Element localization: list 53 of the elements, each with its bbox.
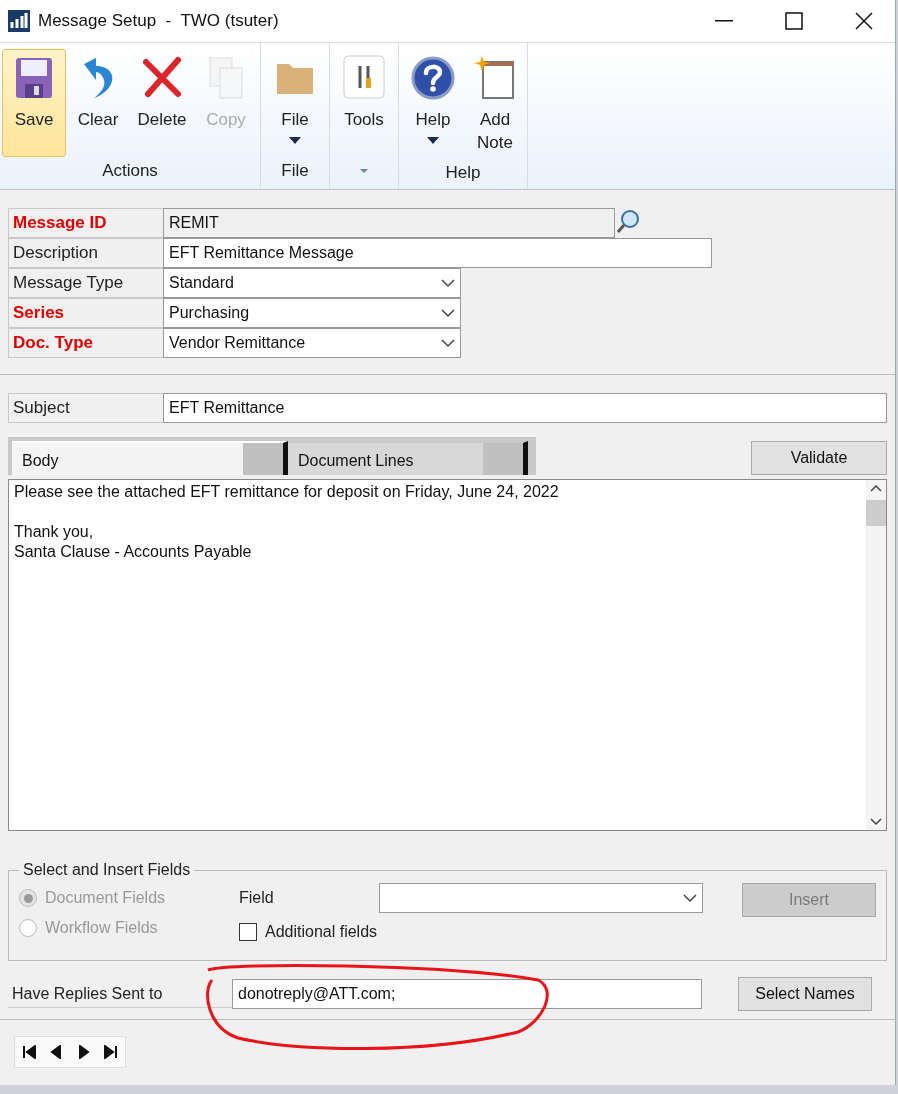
lookup-magnifier-icon[interactable] (615, 208, 641, 236)
field-label: Field (239, 889, 275, 907)
group-menu-caret-icon[interactable] (360, 168, 368, 174)
input-field[interactable]: REMIT (163, 208, 615, 238)
group-label: File (280, 160, 310, 182)
group-title: Select and Insert Fields (22, 861, 192, 879)
dropdown-field[interactable] (379, 883, 703, 913)
checkbox-option[interactable]: Additional fields (239, 917, 703, 947)
ribbon-button[interactable]: Add Note (465, 49, 525, 159)
chevron-down-icon (441, 308, 455, 318)
field-label: Message ID (8, 208, 163, 238)
dropdown-field[interactable]: Purchasing (163, 298, 461, 328)
add-note-icon (473, 54, 517, 102)
ribbon-button[interactable]: File (263, 49, 327, 157)
field-label: Series (8, 298, 163, 328)
field-label: Subject (8, 393, 163, 423)
field-label: Description (8, 238, 163, 268)
close-icon (855, 12, 873, 30)
window-title: Message Setup - TWO (tsuter) (38, 11, 280, 31)
tools-icon (342, 54, 386, 102)
tab[interactable]: Body (12, 441, 288, 475)
chevron-down-icon (441, 278, 455, 288)
radio-label: Workflow Fields (45, 919, 158, 937)
previous-record-icon[interactable] (49, 1045, 64, 1059)
field-label: Message Type (8, 268, 163, 298)
caret-icon[interactable] (427, 137, 439, 145)
ribbon-button[interactable]: Help (401, 49, 465, 159)
chevron-down-icon (683, 893, 697, 903)
ribbon-button[interactable]: Clear (66, 49, 130, 157)
tab[interactable]: Document Lines (288, 441, 528, 475)
dropdown-field[interactable]: Standard (163, 268, 461, 298)
validate-button[interactable]: Validate (751, 441, 887, 475)
app-logo-icon (8, 10, 30, 32)
group-label: Help (444, 162, 482, 184)
ribbon-button[interactable]: Save (2, 49, 66, 157)
ribbon-button[interactable]: Delete (130, 49, 194, 157)
last-record-icon[interactable] (104, 1045, 119, 1059)
first-record-icon[interactable] (21, 1045, 36, 1059)
maximize-icon (785, 12, 803, 30)
chevron-down-icon (441, 338, 455, 348)
dropdown-field[interactable]: Vendor Remittance (163, 328, 461, 358)
minimize-icon (715, 20, 733, 22)
next-record-icon[interactable] (76, 1045, 91, 1059)
input-field[interactable]: EFT Remittance Message (163, 238, 712, 268)
input-field[interactable]: donotreply@ATT.com; (232, 979, 702, 1009)
group-label: Actions (101, 160, 159, 182)
ribbon-button[interactable]: Tools (332, 49, 396, 157)
radio-label: Document Fields (45, 889, 166, 907)
select-names-button[interactable]: Select Names (738, 977, 872, 1011)
input-field[interactable]: EFT Remittance (163, 393, 887, 423)
field-label: Doc. Type (8, 328, 163, 358)
caret-icon[interactable] (289, 137, 301, 145)
help-icon (411, 54, 455, 102)
